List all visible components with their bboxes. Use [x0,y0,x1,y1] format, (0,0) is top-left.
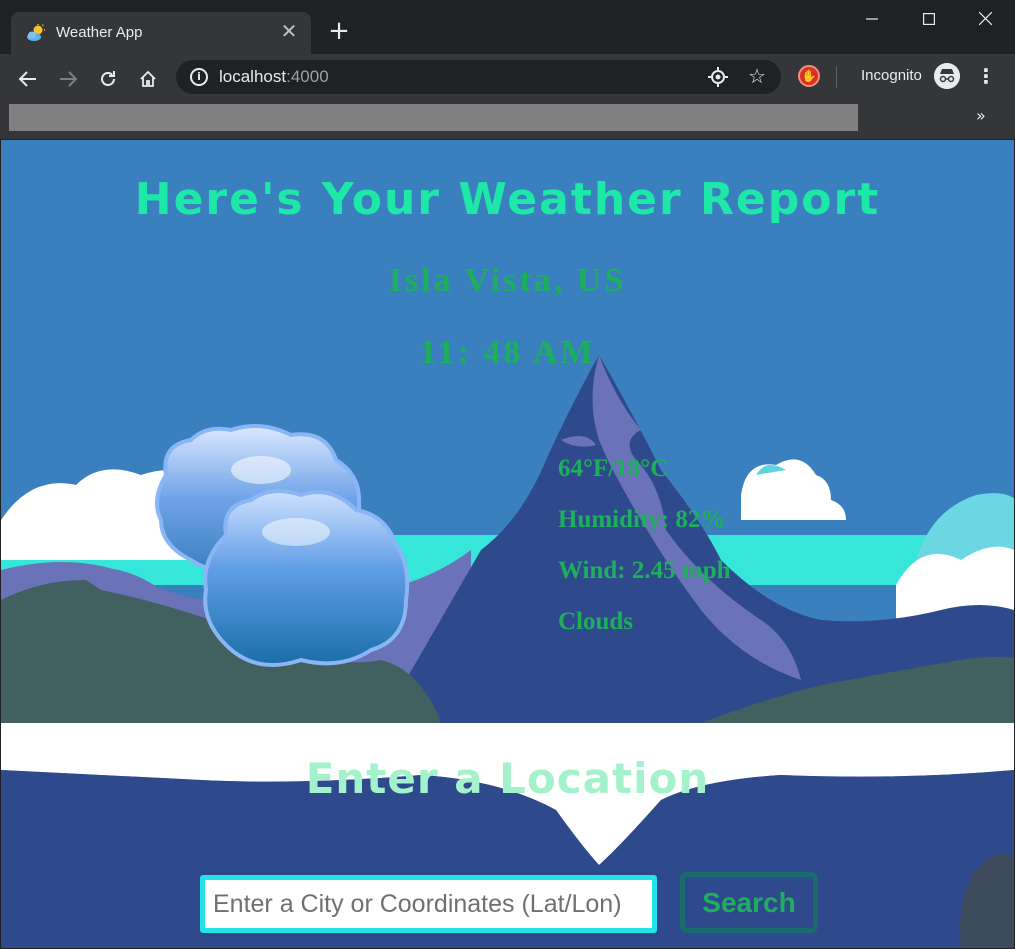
info-icon[interactable]: i [190,68,208,86]
wind-speed: Wind: 2.45 mph [558,557,731,584]
search-button[interactable]: Search [680,872,818,933]
plus-icon[interactable]: + [326,18,352,44]
more-vert-icon[interactable]: ⋮ [976,63,996,89]
reload-icon[interactable] [93,62,123,92]
tab-weather-app[interactable]: Weather App ✕ [11,12,311,54]
home-icon[interactable] [133,62,163,92]
maximize-icon[interactable] [900,0,957,36]
weather-condition: Clouds [558,608,634,635]
window-close-icon[interactable] [957,0,1014,36]
weather-page: Here's Your Weather Report Isla Vista, U… [1,140,1014,948]
incognito-label: Incognito [861,67,922,84]
incognito-icon[interactable] [934,63,960,89]
search-heading: Enter a Location [305,754,710,803]
bookmarks-redacted [9,104,858,131]
close-icon[interactable]: ✕ [279,21,299,43]
tab-title: Weather App [56,24,143,41]
location-search-input[interactable] [200,875,657,933]
browser-toolbar: i localhost:4000 ☆ ✋ Incognito ⋮ [0,54,1015,99]
tab-strip: Weather App ✕ + [0,0,1015,54]
page-title: Here's Your Weather Report [134,174,881,225]
weather-partly-cloudy-icon [27,24,45,41]
stop-hand-icon[interactable]: ✋ [798,65,820,87]
local-time: 11: 48 AM [419,334,596,371]
arrow-right-icon[interactable] [53,62,83,92]
star-icon[interactable]: ☆ [748,64,766,88]
humidity: Humidity: 82% [558,506,726,533]
bookmarks-bar: » [0,99,1015,140]
url-text: localhost:4000 [219,67,329,86]
toolbar-divider [836,66,837,88]
weather-stats: 64°F/18°C Humidity: 82% Wind: 2.45 mph C… [558,454,731,658]
minimize-icon[interactable] [843,0,900,36]
location-name: Isla Vista, US [388,262,627,299]
browser-chrome: Weather App ✕ + i localhost:4000 ☆ ✋ Inc… [0,0,1015,140]
address-bar[interactable]: i localhost:4000 ☆ [176,60,781,94]
location-target-icon[interactable] [708,67,728,87]
temperature: 64°F/18°C [558,455,669,482]
arrow-left-icon[interactable] [13,62,43,92]
chevron-double-right-icon[interactable]: » [976,106,986,125]
